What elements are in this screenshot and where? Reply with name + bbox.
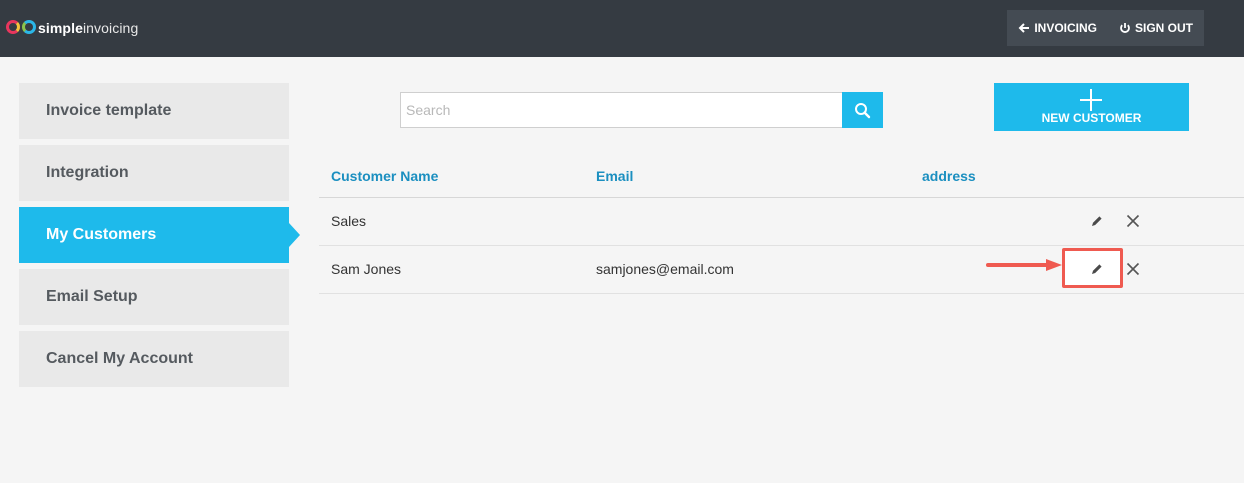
search-button[interactable] — [842, 92, 883, 128]
customer-email-cell: samjones@email.com — [596, 261, 734, 277]
sidebar-item-integration[interactable]: Integration — [19, 145, 289, 201]
edit-pencil-icon[interactable] — [1088, 260, 1106, 278]
power-icon — [1120, 23, 1130, 33]
delete-close-icon[interactable] — [1124, 260, 1142, 278]
search-bar — [400, 92, 883, 128]
delete-close-icon[interactable] — [1124, 212, 1142, 230]
logo-text: simpleinvoicing — [38, 20, 139, 36]
invoicing-button[interactable]: INVOICING — [1007, 10, 1108, 46]
column-header-address[interactable]: address — [922, 168, 976, 184]
edit-pencil-icon[interactable] — [1088, 212, 1106, 230]
customer-name-cell: Sam Jones — [331, 261, 402, 277]
sidebar-item-invoice-template[interactable]: Invoice template — [19, 83, 289, 139]
plus-icon — [1080, 89, 1102, 111]
top-nav: INVOICING SIGN OUT — [1007, 10, 1204, 46]
sidebar-item-my-customers[interactable]: My Customers — [19, 207, 300, 263]
sidebar-item-cancel-account[interactable]: Cancel My Account — [19, 331, 289, 387]
top-bar: simpleinvoicing INVOICING SIGN OUT — [0, 0, 1244, 57]
table-row: Sam Jones samjones@email.com — [319, 246, 1244, 294]
new-customer-button[interactable]: NEW CUSTOMER — [994, 83, 1189, 131]
customer-name-cell: Sales — [331, 213, 367, 229]
go-logo-icon — [4, 17, 40, 39]
column-header-email[interactable]: Email — [596, 168, 633, 184]
sign-out-button[interactable]: SIGN OUT — [1108, 10, 1204, 46]
search-icon — [855, 102, 871, 118]
table-header: Customer Name Email address — [319, 160, 1244, 198]
sidebar-item-email-setup[interactable]: Email Setup — [19, 269, 289, 325]
sidebar: Invoice template Integration My Customer… — [19, 83, 300, 393]
column-header-customer-name[interactable]: Customer Name — [331, 168, 438, 184]
arrow-left-icon — [1018, 23, 1030, 33]
table-row: Sales — [319, 198, 1244, 246]
logo[interactable]: simpleinvoicing — [4, 16, 138, 40]
search-input[interactable] — [400, 92, 842, 128]
